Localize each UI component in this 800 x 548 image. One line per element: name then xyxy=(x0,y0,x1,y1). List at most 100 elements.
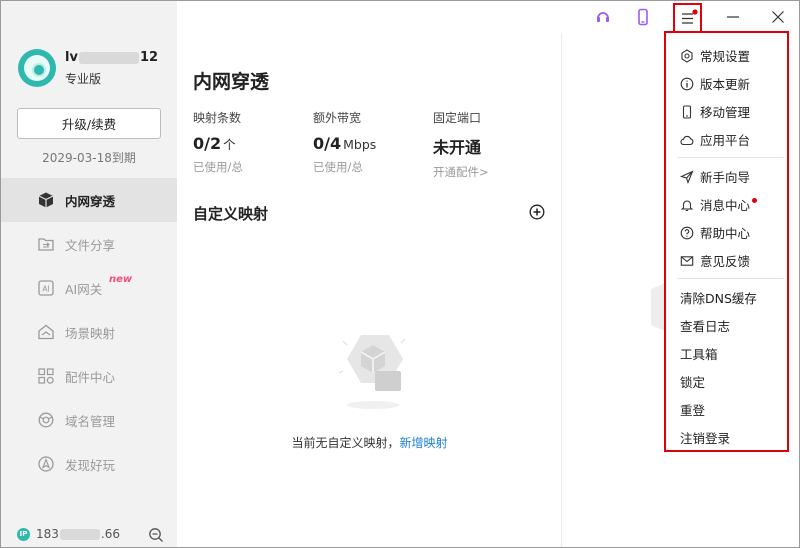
sidebar-nav: 内网穿透 文件分享 AI AI网关 new 场景映射 配件中心 域名管理 发现好… xyxy=(1,178,177,486)
menu-button[interactable] xyxy=(673,3,702,31)
section-title: 自定义映射 xyxy=(193,205,269,223)
stat-value-number: 0/4 xyxy=(313,134,342,153)
unread-dot xyxy=(752,198,758,203)
close-icon[interactable] xyxy=(766,5,790,29)
main-panel: 内网穿透 映射条数 0/2 个 已使用/总 额外带宽 0/4 Mbps 已使用/总 … xyxy=(177,1,562,547)
menu-item-general-settings[interactable]: 常规设置 xyxy=(680,46,750,65)
ip-suffix: .66 xyxy=(100,527,120,541)
phone-icon xyxy=(680,104,694,119)
menu-item-label: 意见反馈 xyxy=(700,254,751,269)
stat-sub: 已使用/总 xyxy=(313,160,363,174)
add-mapping-link[interactable]: 新增映射 xyxy=(400,436,448,450)
menu-item-help-center[interactable]: 帮助中心 xyxy=(680,223,750,242)
menu-item-label: 应用平台 xyxy=(700,133,751,148)
empty-message: 当前无自定义映射， xyxy=(291,436,400,450)
compass-icon xyxy=(37,455,55,473)
house-icon xyxy=(37,323,55,341)
menu-item-mobile-management[interactable]: 移动管理 xyxy=(680,102,750,121)
sidebar-item-label: 内网穿透 xyxy=(65,193,116,209)
stat-unit: Mbps xyxy=(343,137,377,152)
menu-item-label: 帮助中心 xyxy=(700,226,751,241)
page-title: 内网穿透 xyxy=(193,71,270,93)
stat-unit: 个 xyxy=(223,137,236,152)
avatar[interactable] xyxy=(18,49,56,87)
sidebar-item-domain[interactable]: 域名管理 xyxy=(1,398,177,442)
grid-icon xyxy=(37,367,55,385)
menu-item-label: 工具箱 xyxy=(680,347,718,362)
menu-item-clear-dns[interactable]: 清除DNS缓存 xyxy=(680,288,757,307)
support-icon[interactable] xyxy=(591,5,615,29)
new-badge: new xyxy=(109,274,133,285)
menu-item-label: 移动管理 xyxy=(700,105,751,120)
username-prefix: lv xyxy=(65,50,78,65)
sidebar-item-discover[interactable]: 发现好玩 xyxy=(1,442,177,486)
menu-item-label: 查看日志 xyxy=(680,319,731,334)
zoom-out-icon[interactable] xyxy=(148,527,164,543)
stat-label: 固定端口 xyxy=(433,111,482,125)
menu-item-label: 新手向导 xyxy=(700,170,751,185)
username-mask xyxy=(78,51,139,64)
ip-address: IP 183 .66 xyxy=(17,527,120,541)
sidebar-item-intranet[interactable]: 内网穿透 xyxy=(1,178,177,222)
sidebar-item-label: 配件中心 xyxy=(65,369,116,385)
cube-icon xyxy=(37,191,55,209)
svg-text:AI: AI xyxy=(42,285,49,294)
menu-item-label: 常规设置 xyxy=(700,49,751,64)
stat-value-number: 未开通 xyxy=(433,138,482,157)
sidebar-item-file-share[interactable]: 文件分享 xyxy=(1,222,177,266)
sidebar-item-scene-mapping[interactable]: 场景映射 xyxy=(1,310,177,354)
menu-item-beginner-guide[interactable]: 新手向导 xyxy=(680,167,750,186)
stat-value: 0/4 Mbps xyxy=(313,134,376,153)
minimize-icon[interactable] xyxy=(721,5,745,29)
gear-icon xyxy=(680,48,694,63)
menu-item-label: 消息中心 xyxy=(700,198,751,213)
menu-item-label: 注销登录 xyxy=(680,431,731,446)
menu-item-app-platform[interactable]: 应用平台 xyxy=(680,130,750,149)
app-window: lv 12 专业版 升级/续费 2029-03-18到期 内网穿透 文件分享 AI xyxy=(0,0,800,548)
menu-item-toolbox[interactable]: 工具箱 xyxy=(680,344,718,363)
menu-item-label: 重登 xyxy=(680,403,706,418)
sidebar-item-label: 发现好玩 xyxy=(65,457,116,473)
mobile-icon[interactable] xyxy=(631,5,655,29)
menu-item-feedback[interactable]: 意见反馈 xyxy=(680,251,750,270)
stat-label: 额外带宽 xyxy=(313,111,362,125)
sidebar-item-label: 文件分享 xyxy=(65,237,116,253)
info-icon xyxy=(680,77,694,91)
stat-fixed-port: 固定端口 未开通 开通配件> xyxy=(433,109,489,180)
help-icon xyxy=(680,226,694,240)
stat-value: 0/2 个 xyxy=(193,134,243,153)
menu-item-label: 锁定 xyxy=(680,375,706,390)
cloud-icon xyxy=(680,133,694,147)
menu-item-logout[interactable]: 注销登录 xyxy=(680,428,730,447)
upgrade-button[interactable]: 升级/续费 xyxy=(17,108,161,139)
send-icon xyxy=(680,169,694,184)
menu-item-message-center[interactable]: 消息中心 xyxy=(680,195,758,214)
sidebar-item-label: AI网关 xyxy=(65,281,103,297)
menu-separator xyxy=(678,157,784,158)
panel-divider xyxy=(561,33,562,547)
open-accessory-link[interactable]: 开通配件> xyxy=(433,164,489,180)
ip-icon: IP xyxy=(17,527,30,541)
add-mapping-icon[interactable] xyxy=(529,204,545,220)
folder-share-icon xyxy=(37,235,55,253)
sidebar-item-accessories[interactable]: 配件中心 xyxy=(1,354,177,398)
sidebar-item-label: 场景映射 xyxy=(65,325,116,341)
menu-item-version-update[interactable]: 版本更新 xyxy=(680,74,750,93)
username: lv 12 xyxy=(65,50,158,65)
hamburger-icon xyxy=(682,9,698,24)
menu-item-lock[interactable]: 锁定 xyxy=(680,372,705,391)
ai-icon: AI xyxy=(37,279,55,297)
mail-icon xyxy=(680,254,694,268)
menu-item-view-logs[interactable]: 查看日志 xyxy=(680,316,730,335)
menu-item-label: 清除DNS缓存 xyxy=(680,291,757,306)
menu-item-relogin[interactable]: 重登 xyxy=(680,400,705,419)
menu-item-label: 版本更新 xyxy=(700,77,751,92)
empty-box-illustration xyxy=(338,335,406,409)
stat-value-number: 0/2 xyxy=(193,134,222,153)
sidebar-item-ai-gateway[interactable]: AI AI网关 new xyxy=(1,266,177,310)
username-suffix: 12 xyxy=(139,50,159,65)
main-menu-dropdown: 常规设置 版本更新 移动管理 应用平台 新手向导 消息中心 帮助中心 意见反馈 … xyxy=(664,31,789,452)
stat-value: 未开通 xyxy=(433,134,489,158)
sidebar-item-label: 域名管理 xyxy=(65,413,116,429)
bell-icon xyxy=(680,198,694,212)
